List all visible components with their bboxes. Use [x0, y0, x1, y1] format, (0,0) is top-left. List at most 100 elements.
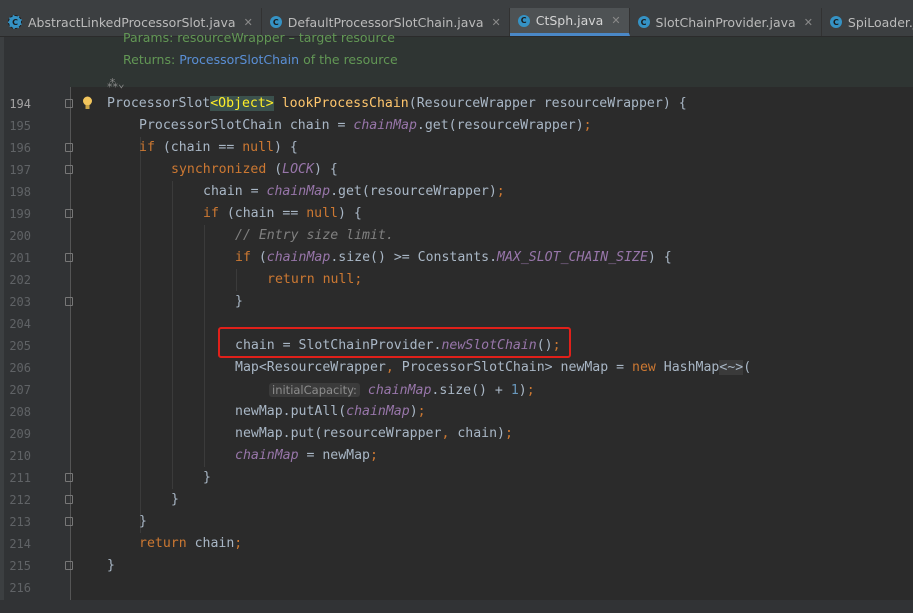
javadoc-params: Params: resourceWrapper – target resourc…: [123, 30, 395, 45]
code-line: 208 newMap.putAll(chainMap);: [0, 401, 913, 423]
tab-label: AbstractLinkedProcessorSlot.java: [28, 14, 236, 30]
tab-label: CtSph.java: [535, 13, 604, 28]
line-number: 200: [9, 229, 31, 243]
line-number: 208: [9, 405, 31, 419]
rendered-javadoc: Params: resourceWrapper – target resourc…: [70, 30, 913, 87]
code-text: if (chainMap.size() >= Constants.MAX_SLO…: [235, 250, 672, 265]
code-line: 209 newMap.put(resourceWrapper, chain);: [0, 423, 913, 445]
window-top-strip: [0, 0, 913, 8]
line-number: 213: [9, 515, 31, 529]
fold-toggle-icon[interactable]: [65, 517, 73, 526]
code-line: 201 if (chainMap.size() >= Constants.MAX…: [0, 247, 913, 269]
fold-toggle-icon[interactable]: [65, 561, 73, 570]
line-number: 203: [9, 295, 31, 309]
code-comment: // Entry size limit.: [235, 228, 394, 243]
fold-toggle-icon[interactable]: [65, 495, 73, 504]
tab-label: SlotChainProvider.java: [655, 14, 796, 30]
code-line: 212 }: [0, 489, 913, 511]
toggle-rendered-view-icon[interactable]: ⁂⌄: [107, 77, 125, 90]
class-icon: C: [637, 16, 650, 28]
line-number: 195: [9, 119, 31, 133]
code-text: ProcessorSlot<Object> lookProcessChain(R…: [107, 96, 687, 111]
line-number: 214: [9, 537, 31, 551]
code-line: 200 // Entry size limit.: [0, 225, 913, 247]
code-line: 194 ProcessorSlot<Object> lookProcessCha…: [0, 93, 913, 115]
class-icon: C: [269, 16, 282, 28]
tab-slot-chain-provider[interactable]: C SlotChainProvider.java ✕: [630, 8, 822, 36]
line-number: 206: [9, 361, 31, 375]
line-number: 194: [9, 97, 31, 111]
fold-toggle-icon[interactable]: [65, 143, 73, 152]
code-text: }: [171, 492, 179, 507]
code-line: 202 return null;: [0, 269, 913, 291]
code-text: }: [235, 294, 243, 309]
line-number: 204: [9, 317, 31, 331]
code-line: 206 Map<ResourceWrapper, ProcessorSlotCh…: [0, 357, 913, 379]
line-number: 196: [9, 141, 31, 155]
code-line: 203 }: [0, 291, 913, 313]
line-number: 205: [9, 339, 31, 353]
line-number: 212: [9, 493, 31, 507]
code-line: 210 chainMap = newMap;: [0, 445, 913, 467]
code-line: 196 if (chain == null) {: [0, 137, 913, 159]
returns-type-link[interactable]: ProcessorSlotChain: [179, 52, 299, 67]
fold-toggle-icon[interactable]: [65, 253, 73, 262]
tab-spi-loader[interactable]: C SpiLoader.java ✕: [822, 8, 913, 36]
code-line: 198 chain = chainMap.get(resourceWrapper…: [0, 181, 913, 203]
code-text: }: [139, 514, 147, 529]
line-number: 201: [9, 251, 31, 265]
line-number: 202: [9, 273, 31, 287]
line-number: 199: [9, 207, 31, 221]
horizontal-scrollbar[interactable]: [0, 600, 913, 613]
line-number: 210: [9, 449, 31, 463]
tab-label: DefaultProcessorSlotChain.java: [287, 14, 484, 30]
returns-label: Returns:: [123, 52, 176, 67]
code-text: }: [107, 558, 115, 573]
line-number: 198: [9, 185, 31, 199]
fold-toggle-icon[interactable]: [65, 473, 73, 482]
code-text: if (chain == null) {: [139, 140, 298, 155]
fold-toggle-icon[interactable]: [65, 297, 73, 306]
line-number: 215: [9, 559, 31, 573]
code-text: newMap.put(resourceWrapper, chain);: [235, 426, 513, 441]
fold-toggle-icon[interactable]: [65, 165, 73, 174]
close-icon[interactable]: ✕: [804, 16, 813, 29]
line-number: 216: [9, 581, 31, 595]
code-text: synchronized (LOCK) {: [171, 162, 338, 177]
class-icon: C: [517, 14, 530, 27]
class-icon: C: [829, 16, 842, 28]
code-line: 216: [0, 577, 913, 599]
code-text: if (chain == null) {: [203, 206, 362, 221]
code-text: Map<ResourceWrapper, ProcessorSlotChain>…: [235, 360, 752, 375]
code-text: chainMap = newMap;: [235, 448, 378, 463]
code-line: 211 }: [0, 467, 913, 489]
code-text: ProcessorSlotChain chain = chainMap.get(…: [139, 118, 592, 133]
code-text: return chain;: [139, 536, 243, 551]
code-text: }: [203, 470, 211, 485]
line-number: 209: [9, 427, 31, 441]
code-line: 213 }: [0, 511, 913, 533]
line-number: 197: [9, 163, 31, 177]
tab-ctsph[interactable]: C CtSph.java ✕: [509, 8, 630, 36]
code-line: 199 if (chain == null) {: [0, 203, 913, 225]
returns-text: of the resource: [303, 52, 398, 67]
lightbulb-icon[interactable]: [82, 96, 93, 110]
close-icon[interactable]: ✕: [244, 16, 253, 29]
highlight-box: [218, 327, 571, 358]
code-line: 215 }: [0, 555, 913, 577]
code-text: initialCapacity: chainMap.size() + 1);: [269, 379, 535, 402]
code-line: 214 return chain;: [0, 533, 913, 555]
line-number: 207: [9, 383, 31, 397]
code-line: 197 synchronized (LOCK) {: [0, 159, 913, 181]
code-text: newMap.putAll(chainMap);: [235, 404, 426, 419]
parameter-hint: initialCapacity:: [269, 383, 360, 397]
line-number: 211: [9, 471, 31, 485]
fold-toggle-icon[interactable]: [65, 99, 73, 108]
fold-toggle-icon[interactable]: [65, 209, 73, 218]
code-text: chain = chainMap.get(resourceWrapper);: [203, 184, 505, 199]
close-icon[interactable]: ✕: [611, 14, 620, 27]
close-icon[interactable]: ✕: [492, 16, 501, 29]
tab-label: SpiLoader.java: [847, 14, 913, 30]
javadoc-returns: Returns: ProcessorSlotChain of the resou…: [123, 52, 398, 67]
code-line: 195 ProcessorSlotChain chain = chainMap.…: [0, 115, 913, 137]
